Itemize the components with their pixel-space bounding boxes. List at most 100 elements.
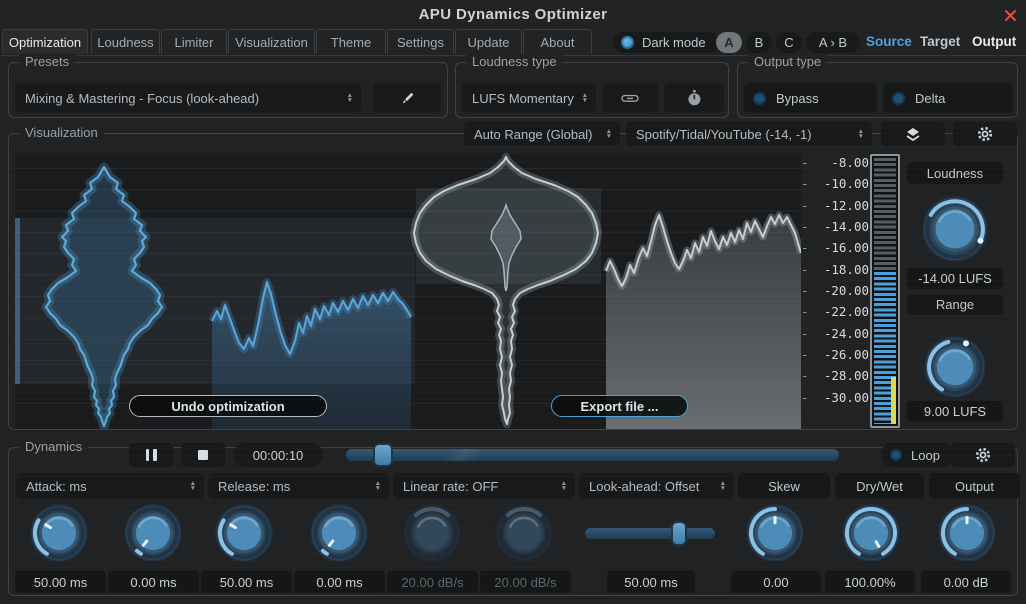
source-violin-shape: [41, 162, 167, 429]
meter-yellow-marker: [891, 377, 896, 424]
scale-tick: - -14.00: [801, 219, 869, 234]
release-mode-value: Release: ms: [218, 478, 291, 494]
target-loudness-value[interactable]: -14.00 LUFS: [907, 268, 1003, 289]
tab-theme[interactable]: Theme: [316, 29, 386, 54]
layers-icon: [905, 127, 921, 141]
scale-tick: - -24.00: [801, 326, 869, 341]
dynamics-group-label: Dynamics: [19, 439, 89, 454]
stepper-icon: ▲ ▼: [189, 480, 196, 492]
scale-tick: - -12.00: [801, 198, 869, 213]
release-hold-value[interactable]: 0.00 ms: [294, 571, 385, 593]
pause-icon: [144, 449, 159, 461]
release-knob[interactable]: [215, 504, 273, 567]
target-loudness-knob[interactable]: [922, 196, 988, 267]
pause-button[interactable]: [129, 443, 173, 467]
dynamics-group: Dynamics 00:00:10 Loop Attack: ms ▲ ▼ Re…: [8, 439, 1020, 596]
dark-mode-toggle[interactable]: Dark mode: [613, 32, 720, 53]
link-channels-button[interactable]: [602, 83, 658, 113]
undo-optimization-button[interactable]: Undo optimization: [129, 395, 327, 417]
skew-knob[interactable]: [746, 504, 804, 567]
export-file-button[interactable]: Export file ...: [551, 395, 688, 417]
loudness-type-select[interactable]: LUFS Momentary ▲ ▼: [462, 83, 596, 113]
preset-slot-a-button[interactable]: A: [716, 32, 742, 53]
scale-tick: - -30.00: [801, 390, 869, 405]
timer-button[interactable]: [664, 83, 724, 113]
release-hold-knob[interactable]: [310, 504, 368, 567]
tab-visualization[interactable]: Visualization: [228, 29, 315, 54]
linear-rate-select[interactable]: Linear rate: OFF ▲ ▼: [393, 473, 575, 499]
transport-slider-handle[interactable]: [373, 443, 393, 467]
scale-tick: - -18.00: [801, 262, 869, 277]
output-gain-knob[interactable]: [938, 504, 996, 567]
loudness-type-value: LUFS Momentary: [472, 90, 574, 106]
bypass-toggle[interactable]: Bypass: [744, 83, 877, 113]
stepper-icon: ▲ ▼: [374, 480, 381, 492]
linear-rate-value: Linear rate: OFF: [403, 478, 499, 494]
layers-button[interactable]: [881, 122, 945, 146]
attack-mode-value: Attack: ms: [26, 478, 87, 494]
target-range-value[interactable]: 9.00 LUFS: [907, 401, 1003, 422]
pencil-icon: [400, 91, 415, 106]
skew-value[interactable]: 0.00: [731, 571, 821, 593]
stepper-icon: ▲ ▼: [857, 128, 864, 140]
linear-release-rate-knob[interactable]: [495, 504, 553, 567]
scale-tick: - -22.00: [801, 304, 869, 319]
scale-tick: - -16.00: [801, 240, 869, 255]
tab-about[interactable]: About: [523, 29, 592, 54]
delta-toggle[interactable]: Delta: [883, 83, 1013, 113]
output-gain-value[interactable]: 0.00 dB: [921, 571, 1011, 593]
window-title: APU Dynamics Optimizer: [418, 5, 608, 23]
view-source-button[interactable]: Source: [866, 34, 912, 49]
tab-limiter[interactable]: Limiter: [161, 29, 227, 54]
attack-hold-knob[interactable]: [124, 504, 182, 567]
loudness-type-group-label: Loudness type: [466, 54, 563, 69]
target-preset-select[interactable]: Spotify/Tidal/YouTube (-14, -1) ▲ ▼: [626, 122, 872, 146]
release-mode-select[interactable]: Release: ms ▲ ▼: [208, 473, 389, 499]
tab-loudness[interactable]: Loudness: [91, 29, 160, 54]
look-ahead-mode-select[interactable]: Look-ahead: Offset ▲ ▼: [579, 473, 734, 499]
view-target-button[interactable]: Target: [920, 34, 960, 49]
loudness-type-group: Loudness type LUFS Momentary ▲ ▼: [455, 54, 729, 118]
linear-attack-rate-knob[interactable]: [403, 504, 461, 567]
attack-value[interactable]: 50.00 ms: [15, 571, 106, 593]
preset-select[interactable]: Mixing & Mastering - Focus (look-ahead) …: [15, 83, 361, 113]
dry-wet-value[interactable]: 100.00%: [825, 571, 915, 593]
look-ahead-slider-handle[interactable]: [671, 521, 687, 546]
scale-tick: - -20.00: [801, 283, 869, 298]
view-output-button[interactable]: Output: [972, 34, 1016, 49]
attack-hold-value[interactable]: 0.00 ms: [108, 571, 199, 593]
attack-mode-select[interactable]: Attack: ms ▲ ▼: [16, 473, 204, 499]
release-value[interactable]: 50.00 ms: [201, 571, 292, 593]
loudness-meter[interactable]: [870, 154, 900, 428]
transport-slider[interactable]: [346, 443, 839, 467]
attack-knob[interactable]: [30, 504, 88, 567]
gear-icon: [975, 447, 991, 463]
copy-a-to-b-button[interactable]: A › B: [806, 32, 860, 53]
target-range-knob[interactable]: [924, 336, 986, 403]
output-type-group-label: Output type: [748, 54, 828, 69]
visualization-settings-button[interactable]: [953, 122, 1017, 146]
gear-icon: [977, 126, 993, 142]
tab-settings[interactable]: Settings: [387, 29, 454, 54]
plugin-window: APU Dynamics Optimizer Optimization Loud…: [0, 0, 1026, 604]
close-icon[interactable]: [1002, 7, 1018, 23]
presets-group-label: Presets: [19, 54, 76, 69]
preset-slot-c-button[interactable]: C: [776, 32, 802, 53]
auto-range-select[interactable]: Auto Range (Global) ▲ ▼: [464, 122, 620, 146]
linear-attack-rate-value[interactable]: 20.00 dB/s: [387, 571, 478, 593]
look-ahead-value[interactable]: 50.00 ms: [607, 571, 695, 593]
tab-update[interactable]: Update: [455, 29, 522, 54]
dynamics-settings-button[interactable]: [951, 443, 1015, 467]
transport-time-display[interactable]: 00:00:10: [233, 443, 323, 467]
stop-button[interactable]: [181, 443, 225, 467]
scale-tick: - -26.00: [801, 347, 869, 362]
look-ahead-slider[interactable]: [585, 521, 715, 546]
visualization-plot: Undo optimization Export file ...: [15, 153, 801, 429]
loop-toggle[interactable]: Loop: [881, 443, 954, 467]
edit-preset-button[interactable]: [373, 83, 441, 113]
preset-slot-b-button[interactable]: B: [746, 32, 772, 53]
tab-optimization[interactable]: Optimization: [2, 29, 88, 54]
dry-wet-knob[interactable]: [842, 504, 900, 567]
linear-release-rate-value[interactable]: 20.00 dB/s: [480, 571, 571, 593]
look-ahead-mode-value: Look-ahead: Offset: [589, 478, 700, 494]
